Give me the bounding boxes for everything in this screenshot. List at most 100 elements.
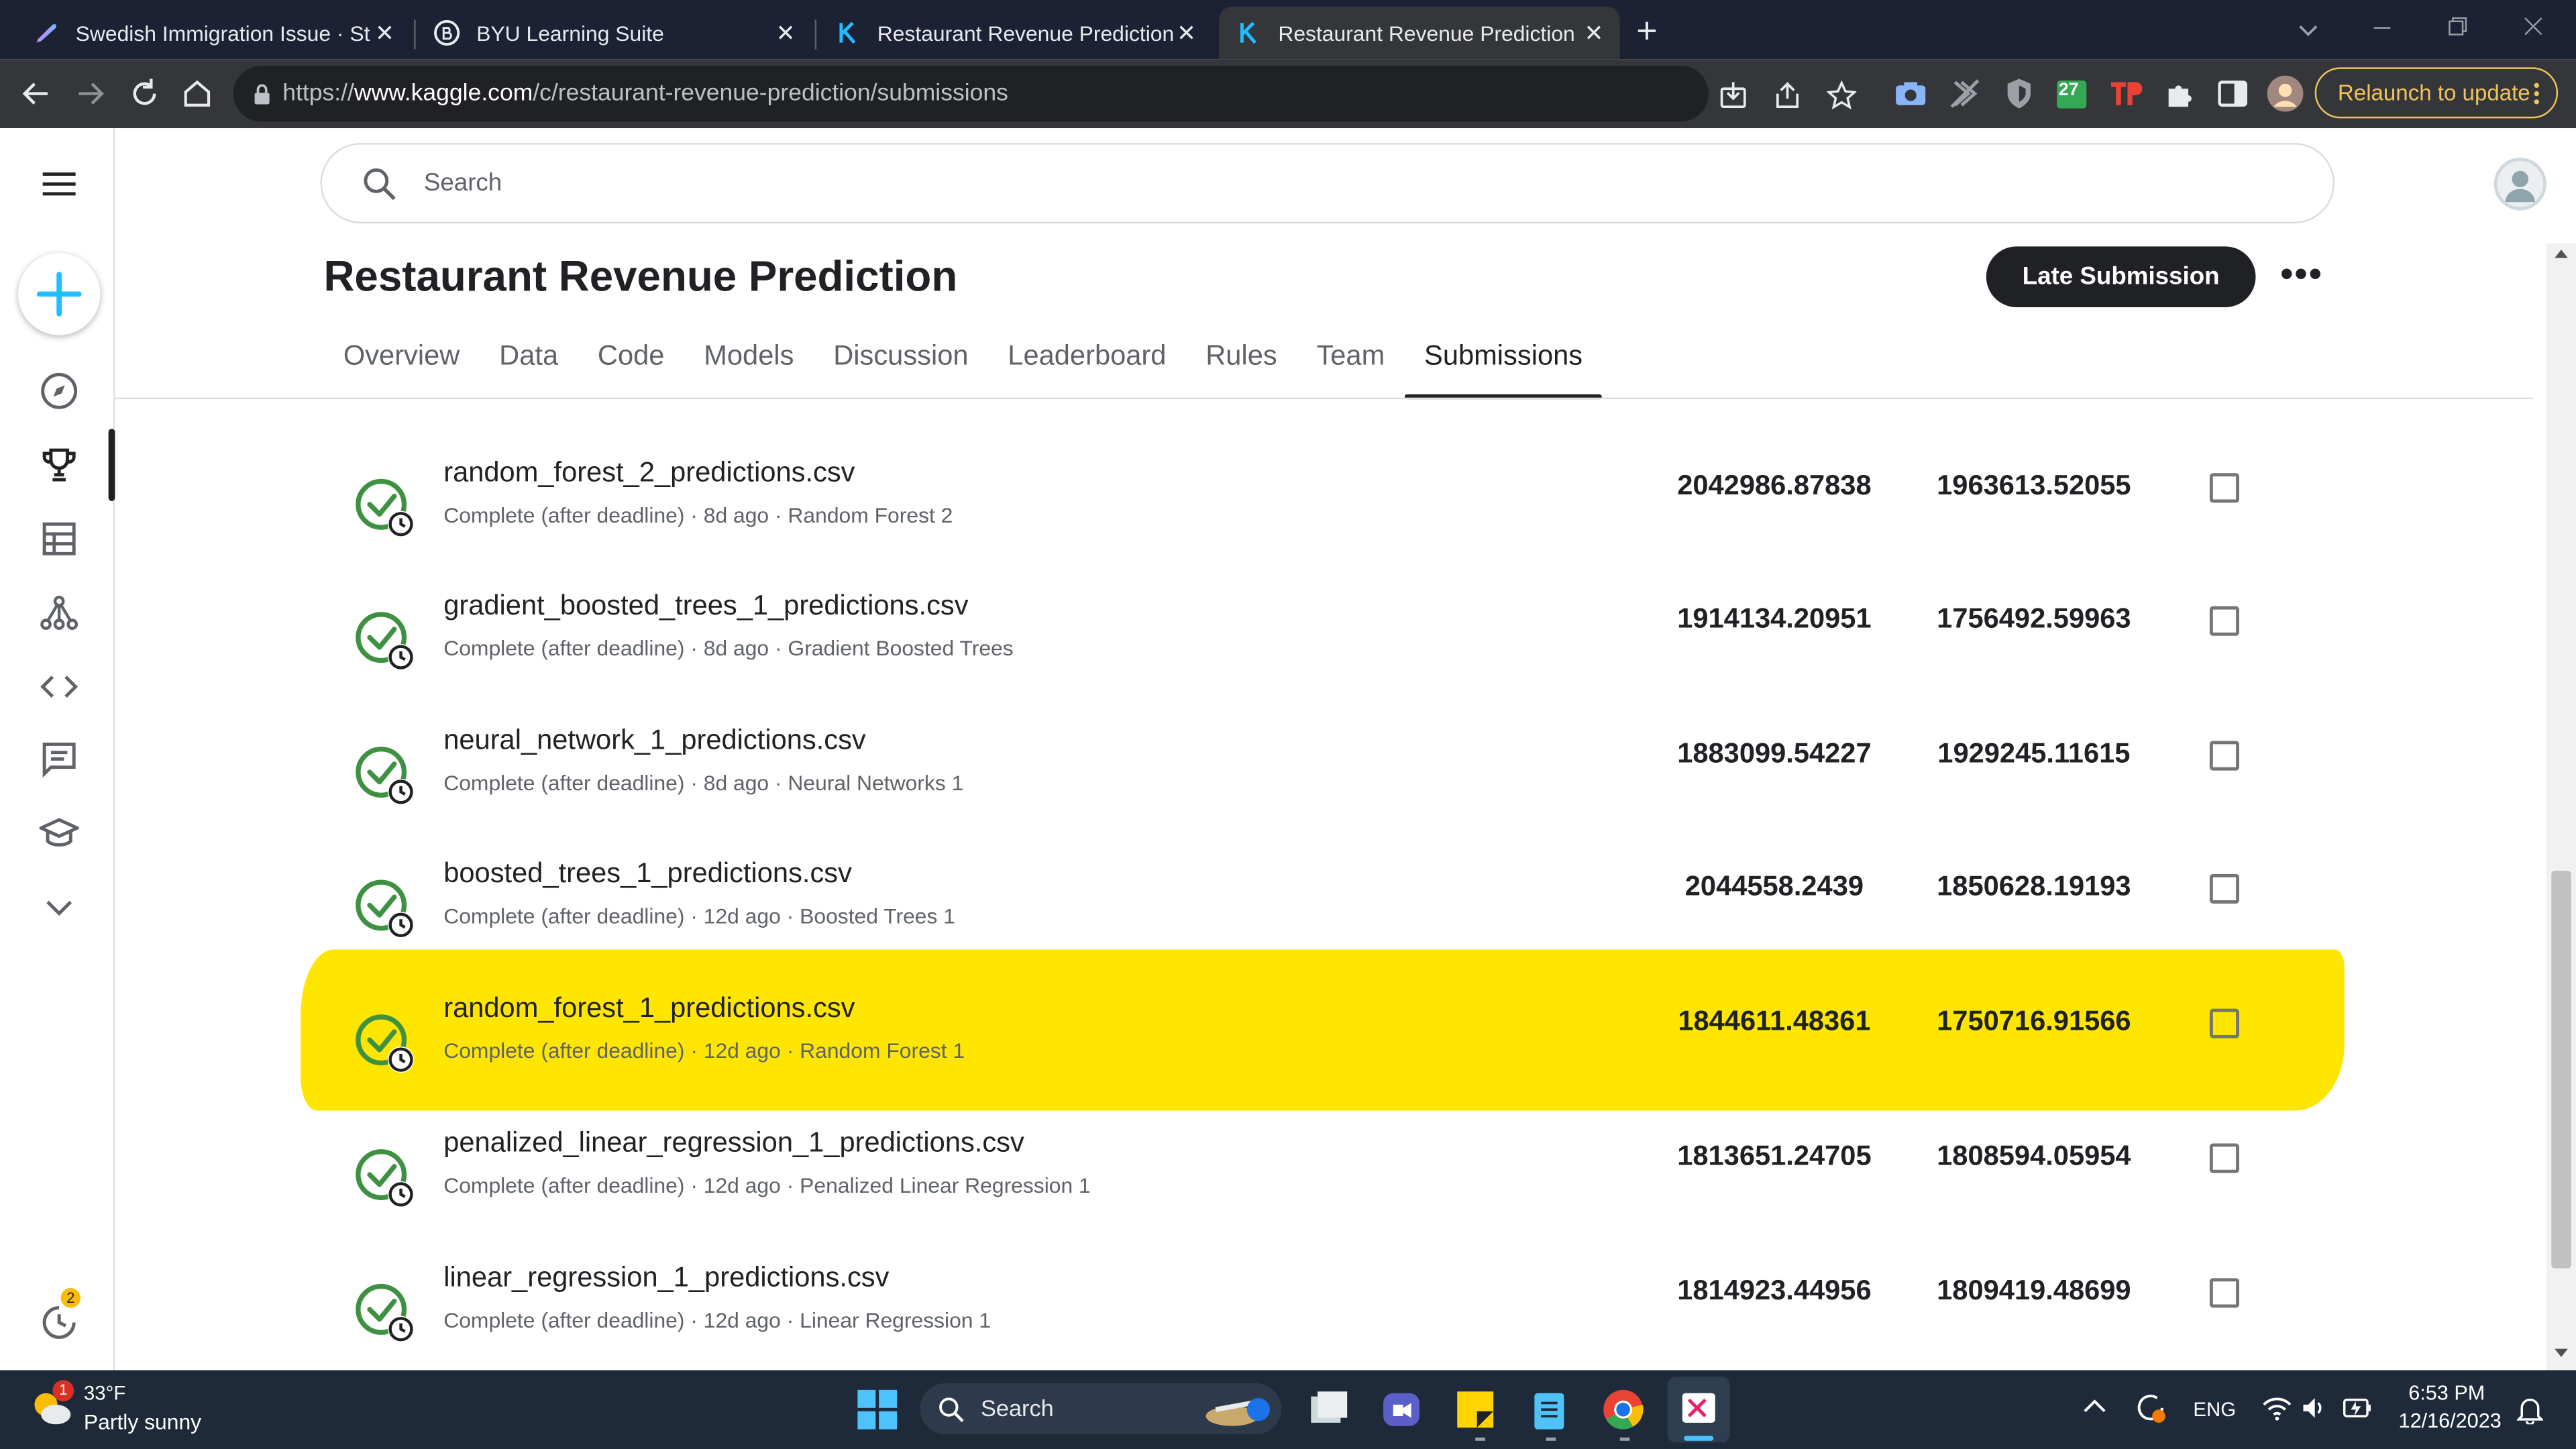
submission-row[interactable]: gradient_boosted_trees_1_predictions.csv… [301,586,2345,721]
profile-avatar-icon[interactable] [2267,75,2304,112]
submission-row[interactable]: neural_network_1_predictions.csv Complet… [301,721,2345,856]
taskbar-search-box[interactable]: Search [920,1383,1282,1434]
submission-filename[interactable]: neural_network_1_predictions.csv [443,724,866,757]
compass-icon[interactable] [40,371,79,411]
share-icon[interactable] [1772,80,1802,110]
late-submission-button[interactable]: Late Submission [1986,246,2256,307]
submission-row[interactable]: random_forest_1_predictions.csv Complete… [301,989,2345,1124]
tab-submissions[interactable]: Submissions [1404,340,1603,400]
shield-extension-icon[interactable] [2002,77,2035,110]
tab-leaderboard[interactable]: Leaderboard [988,340,1186,399]
puzzle-extensions-icon[interactable] [2163,77,2196,110]
close-window-icon[interactable] [2524,16,2543,36]
tab-search-chevron-icon[interactable] [2297,18,2320,41]
app-running-indicator [1619,1437,1630,1441]
minimize-icon[interactable] [2372,18,2392,38]
learn-icon[interactable] [39,813,79,853]
select-checkbox[interactable] [2209,873,2239,904]
back-arrow-icon[interactable] [18,76,54,112]
notepad-icon[interactable] [1528,1388,1571,1431]
clock-date[interactable]: 12/16/2023 [2399,1409,2502,1432]
close-tab-icon[interactable]: ✕ [1584,19,1603,48]
create-button[interactable] [17,253,101,335]
menu-icon[interactable] [40,164,79,204]
submission-filename[interactable]: linear_regression_1_predictions.csv [443,1262,889,1295]
scrollbar-thumb[interactable] [2551,870,2571,1269]
teams-chat-icon[interactable] [1380,1388,1423,1431]
relaunch-to-update-button[interactable]: Relaunch to update [2314,67,2559,119]
install-app-icon[interactable] [1719,80,1748,110]
tab-overview[interactable]: Overview [323,340,479,399]
submission-filename[interactable]: random_forest_1_predictions.csv [443,992,855,1025]
close-tab-icon[interactable]: ✕ [1177,19,1196,48]
select-checkbox[interactable] [2209,606,2239,636]
address-bar[interactable]: https://www.kaggle.com/c/restaurant-reve… [233,65,1857,122]
weather-description[interactable]: Partly sunny [84,1409,201,1434]
discussion-icon[interactable] [40,739,79,779]
weather-temperature[interactable]: 33°F [84,1382,125,1405]
bookmark-star-icon[interactable] [1827,80,1857,110]
browser-tab-byu[interactable]: BYU Learning Suite ✕ [417,7,812,59]
submission-filename[interactable]: gradient_boosted_trees_1_predictions.csv [443,590,968,623]
submission-row[interactable]: boosted_trees_1_predictions.csv Complete… [301,854,2345,989]
browser-tab-restaurant-1[interactable]: Restaurant Revenue Prediction w ✕ [818,7,1213,59]
models-icon[interactable] [40,593,79,633]
tab-team[interactable]: Team [1297,340,1405,399]
table-icon[interactable] [40,519,79,559]
clock-time[interactable]: 6:53 PM [2408,1382,2485,1405]
search-input[interactable]: Search [320,143,2335,224]
url-path: /c/restaurant-revenue-prediction/submiss… [533,80,1008,107]
language-indicator[interactable]: ENG [2193,1398,2236,1421]
history-icon[interactable] [40,1303,79,1342]
select-checkbox[interactable] [2209,473,2239,503]
browser-tab-swedish[interactable]: Swedish Immigration Issue · Stre ✕ [16,7,411,59]
submission-filename[interactable]: boosted_trees_1_predictions.csv [443,857,852,890]
scroll-down-arrow-icon[interactable] [2553,1347,2569,1360]
home-icon[interactable] [179,76,215,112]
user-avatar[interactable] [2493,158,2546,211]
lock-icon[interactable] [253,84,271,105]
tp-extension-icon[interactable] [2110,77,2143,110]
submission-filename[interactable]: penalized_linear_regression_1_prediction… [443,1127,1024,1160]
tab-data[interactable]: Data [480,340,578,399]
submission-filename[interactable]: random_forest_2_predictions.csv [443,457,855,490]
select-checkbox[interactable] [2209,1278,2239,1308]
tab-discussion[interactable]: Discussion [814,340,988,399]
snipping-tool-icon[interactable] [1677,1388,1720,1431]
windows-taskbar [0,1370,2576,1449]
battery-icon[interactable] [2343,1395,2372,1421]
submission-row[interactable]: penalized_linear_regression_1_prediction… [301,1124,2345,1258]
screenshot-extension-icon[interactable] [1894,77,1927,110]
kebab-menu-icon[interactable] [2533,82,2540,105]
new-tab-button[interactable]: + [1636,10,1657,53]
forward-arrow-icon[interactable] [72,76,109,112]
notification-bell-icon[interactable] [2516,1395,2544,1425]
code-icon[interactable] [40,667,79,706]
restore-icon[interactable] [2448,16,2467,36]
scroll-up-arrow-icon[interactable] [2553,246,2569,260]
volume-icon[interactable] [2302,1395,2328,1421]
windows-start-icon[interactable] [856,1388,899,1431]
sync-icon[interactable] [2133,1390,2169,1426]
submission-row[interactable]: random_forest_2_predictions.csv Complete… [301,453,2345,588]
select-checkbox[interactable] [2209,1143,2239,1173]
tab-models[interactable]: Models [684,340,814,399]
strikethrough-extension-icon[interactable] [1949,77,1982,110]
select-checkbox[interactable] [2209,1008,2239,1038]
tab-rules[interactable]: Rules [1186,340,1297,399]
task-view-icon[interactable] [1307,1388,1350,1431]
close-tab-icon[interactable]: ✕ [375,19,394,48]
close-tab-icon[interactable]: ✕ [776,19,796,48]
show-hidden-icons-chevron-icon[interactable] [2083,1398,2106,1414]
wifi-icon[interactable] [2262,1395,2292,1421]
chrome-icon[interactable] [1602,1388,1645,1431]
sticky-notes-icon[interactable] [1454,1388,1497,1431]
browser-tab-restaurant-2[interactable]: Restaurant Revenue Prediction | ✕ [1219,6,1620,60]
select-checkbox[interactable] [2209,741,2239,771]
trophy-icon[interactable] [40,445,79,485]
more-options-icon[interactable]: ••• [2280,253,2323,296]
expand-chevron-icon[interactable] [40,887,79,926]
side-panel-icon[interactable] [2216,77,2249,110]
reload-icon[interactable] [127,76,163,112]
tab-code[interactable]: Code [578,340,684,399]
